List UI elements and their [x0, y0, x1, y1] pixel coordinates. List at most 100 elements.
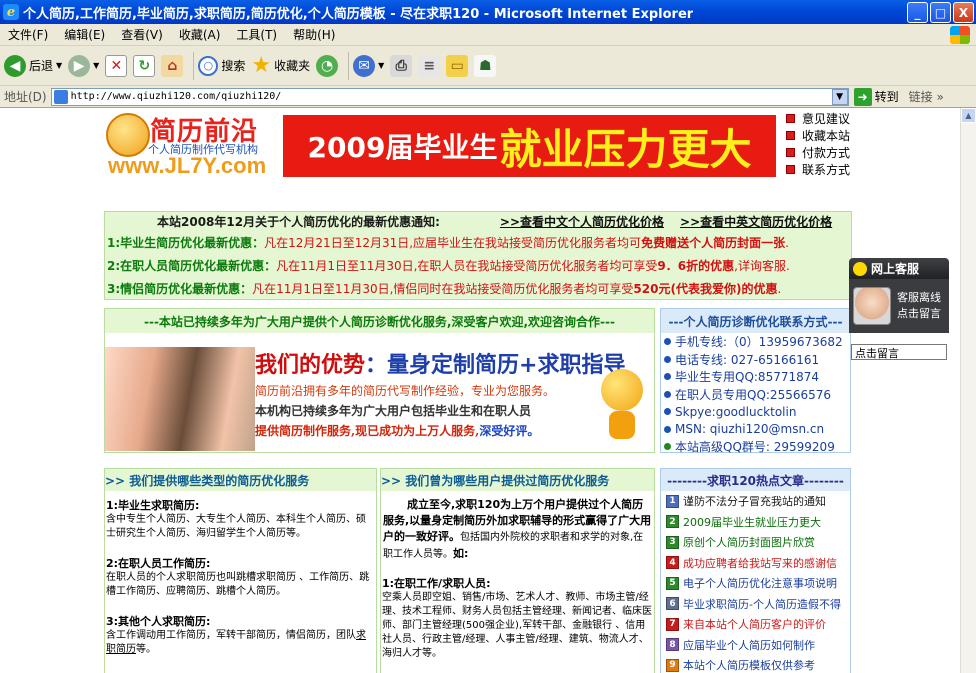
- forward-button[interactable]: ▶ ▼: [68, 54, 99, 77]
- hot-article-title: 成功应聘者给我站写来的感谢信: [683, 556, 837, 570]
- hot-article-item[interactable]: 9 本站个人简历模板仅供参考: [661, 655, 850, 673]
- hot-article-title: 应届毕业个人简历如何制作: [683, 638, 815, 652]
- links-label: 链接: [908, 90, 933, 104]
- served-header: >> 我们曾为哪些用户提供过简历优化服务: [381, 469, 654, 491]
- address-input[interactable]: http://www.qiuzhi120.com/qiuzhi120/: [50, 87, 849, 106]
- messenger-button[interactable]: ☗: [474, 54, 497, 77]
- go-button[interactable]: ➜ 转到: [853, 87, 899, 106]
- print-button[interactable]: ⎙: [390, 54, 413, 77]
- hot-article-item[interactable]: 6 毕业求职简历-个人简历造假不得: [661, 594, 850, 615]
- avatar: [853, 287, 891, 325]
- notice-tail: ,详询客服.: [734, 259, 790, 273]
- hot-article-item[interactable]: 7 来自本站个人简历客户的评价: [661, 614, 850, 635]
- online-service-widget[interactable]: 网上客服 客服离线 点击留言: [849, 258, 949, 338]
- service-title: 1:毕业生求职简历:: [106, 499, 200, 512]
- contact-header: ---个人简历诊断优化联系方式---: [661, 309, 850, 333]
- toolbar-separator: [193, 51, 195, 80]
- scroll-up-icon[interactable]: ▲: [961, 108, 976, 123]
- site-logo[interactable]: 简历前沿 个人简历制作代写机构 www.JL7Y.com: [104, 111, 282, 181]
- banner-text-2: 就业压力更大: [499, 124, 752, 174]
- contact-item: MSN: qiuzhi120@msn.cn: [661, 421, 850, 439]
- cn-price-link[interactable]: >>查看中文个人简历优化价格: [500, 213, 664, 230]
- close-button[interactable]: X: [953, 2, 974, 23]
- hot-article-item[interactable]: 2 2009届毕业生就业压力更大: [661, 512, 850, 533]
- notice-line: 1:毕业生简历优化最新优惠： 凡在12月21日至12月31日,应届毕业生在我站接…: [105, 231, 851, 254]
- window-titlebar[interactable]: e 个人简历,工作简历,毕业简历,求职简历,简历优化,个人简历模板 - 尽在求职…: [0, 0, 976, 24]
- square-bullet-icon: [786, 165, 795, 174]
- square-bullet-icon: [786, 131, 795, 140]
- link-payment[interactable]: 付款方式: [786, 144, 850, 161]
- header-quick-links: 意见建议 收藏本站 付款方式 联系方式: [786, 110, 850, 178]
- contact-text: Skpye:goodlucktolin: [675, 404, 797, 419]
- bullet-icon: [664, 355, 671, 363]
- service-widget-body[interactable]: 客服离线 点击留言: [849, 279, 949, 333]
- history-button[interactable]: ◔: [316, 54, 339, 77]
- menu-view[interactable]: 查看(V): [113, 26, 171, 43]
- link-label: 联系方式: [802, 163, 851, 177]
- bullet-icon: [664, 338, 671, 346]
- maximize-button[interactable]: □: [930, 2, 951, 23]
- hot-article-title: 本站个人简历模板仅供参考: [683, 659, 815, 673]
- home-button[interactable]: ⌂: [161, 54, 184, 77]
- service-text: 含中专生个人简历、大专生个人简历、本科生个人简历、硕士研究生个人简历、海归留学生…: [106, 514, 366, 539]
- advantage-line-1: 简历前沿拥有多年的简历代写制作经验，专业为您服务。: [255, 384, 556, 398]
- toolbar-separator: [348, 51, 350, 80]
- hot-article-item[interactable]: 3 原创个人简历封面图片欣赏: [661, 532, 850, 553]
- chevron-down-icon: ▼: [56, 61, 63, 70]
- contact-panel: ---个人简历诊断优化联系方式--- 手机专线:（0）13959673682 电…: [660, 308, 851, 456]
- edit-icon: ≡: [418, 54, 441, 77]
- link-contact[interactable]: 联系方式: [786, 161, 850, 178]
- stop-button[interactable]: ✕: [105, 54, 128, 77]
- hot-article-item[interactable]: 5 电子个人简历优化注意事项说明: [661, 573, 850, 594]
- link-bookmark-site[interactable]: 收藏本站: [786, 127, 850, 144]
- contact-text: 本站高级QQ群号: 29599209: [675, 440, 835, 455]
- menu-file[interactable]: 文件(F): [0, 26, 56, 43]
- folder-button[interactable]: ▭: [446, 54, 469, 77]
- contact-text: 电话专线: 027-65166161: [675, 352, 820, 367]
- menu-help[interactable]: 帮助(H): [285, 26, 343, 43]
- search-button[interactable]: ○ 搜索: [198, 55, 245, 76]
- menu-edit[interactable]: 编辑(E): [56, 26, 113, 43]
- vertical-scrollbar[interactable]: ▲: [960, 108, 976, 673]
- back-button[interactable]: ◀ 后退 ▼: [4, 54, 63, 77]
- leave-message-link[interactable]: 点击留言: [897, 306, 941, 322]
- printer-icon: ⎙: [390, 54, 413, 77]
- notice-label: 3:情侣简历优化最新优惠：: [107, 282, 253, 296]
- notice-emphasis: 9．6折的优惠: [657, 259, 735, 273]
- contact-item: 手机专线:（0）13959673682: [661, 333, 850, 351]
- address-dropdown-icon[interactable]: ▼: [831, 88, 848, 105]
- mail-button[interactable]: ✉ ▼: [353, 54, 384, 77]
- back-label: 后退: [29, 59, 54, 73]
- hot-article-item[interactable]: 4 成功应聘者给我站写来的感谢信: [661, 553, 850, 574]
- edit-button[interactable]: ≡: [418, 54, 441, 77]
- en-price-link[interactable]: >>查看中英文简历优化价格: [680, 213, 832, 230]
- hot-list: 1 谨防不法分子冒充我站的通知 2 2009届毕业生就业压力更大 3 原创个人简历封面图片…: [661, 491, 850, 673]
- contact-item: Skpye:goodlucktolin: [661, 403, 850, 421]
- stop-icon: ✕: [105, 54, 128, 77]
- hot-article-title: 谨防不法分子冒充我站的通知: [683, 495, 826, 509]
- hot-article-item[interactable]: 8 应届毕业个人简历如何制作: [661, 635, 850, 656]
- services-header: >> 我们提供哪些类型的简历优化服务: [105, 469, 376, 491]
- leave-message-box[interactable]: 点击留言: [851, 344, 947, 360]
- advantage-body[interactable]: 我们的优势：量身定制简历+求职指导 简历前沿拥有多年的简历代写制作经验，专业为您…: [105, 333, 654, 453]
- minimize-button[interactable]: _: [907, 2, 928, 23]
- menu-tools[interactable]: 工具(T): [228, 26, 285, 43]
- students-photo: [105, 347, 255, 451]
- refresh-button[interactable]: ↻: [133, 54, 156, 77]
- contact-item: 本站高级QQ群号: 29599209: [661, 438, 850, 456]
- favorites-button[interactable]: ★ 收藏夹: [251, 53, 310, 78]
- home-icon: ⌂: [161, 54, 184, 77]
- favorites-label: 收藏夹: [274, 59, 311, 73]
- notice-line: 3:情侣简历优化最新优惠： 凡在11月1日至11月30日,情侣同时在我站接受简历…: [105, 277, 851, 300]
- link-label: 意见建议: [802, 112, 851, 126]
- header-banner[interactable]: 2009届毕业生 就业压力更大: [283, 115, 776, 177]
- number-badge-icon: 6: [666, 597, 679, 611]
- link-feedback[interactable]: 意见建议: [786, 110, 850, 127]
- hot-article-item[interactable]: 1 谨防不法分子冒充我站的通知: [661, 491, 850, 512]
- served-intro-tail: 如:: [453, 547, 469, 560]
- served-column: >> 我们曾为哪些用户提供过简历优化服务 成立至今,求职120为上万个用户提供过…: [380, 468, 655, 673]
- notice-label: 1:毕业生简历优化最新优惠：: [107, 236, 265, 250]
- menu-favorites[interactable]: 收藏(A): [171, 26, 229, 43]
- links-button[interactable]: 链接 »: [909, 88, 944, 105]
- bullet-icon: [664, 425, 671, 433]
